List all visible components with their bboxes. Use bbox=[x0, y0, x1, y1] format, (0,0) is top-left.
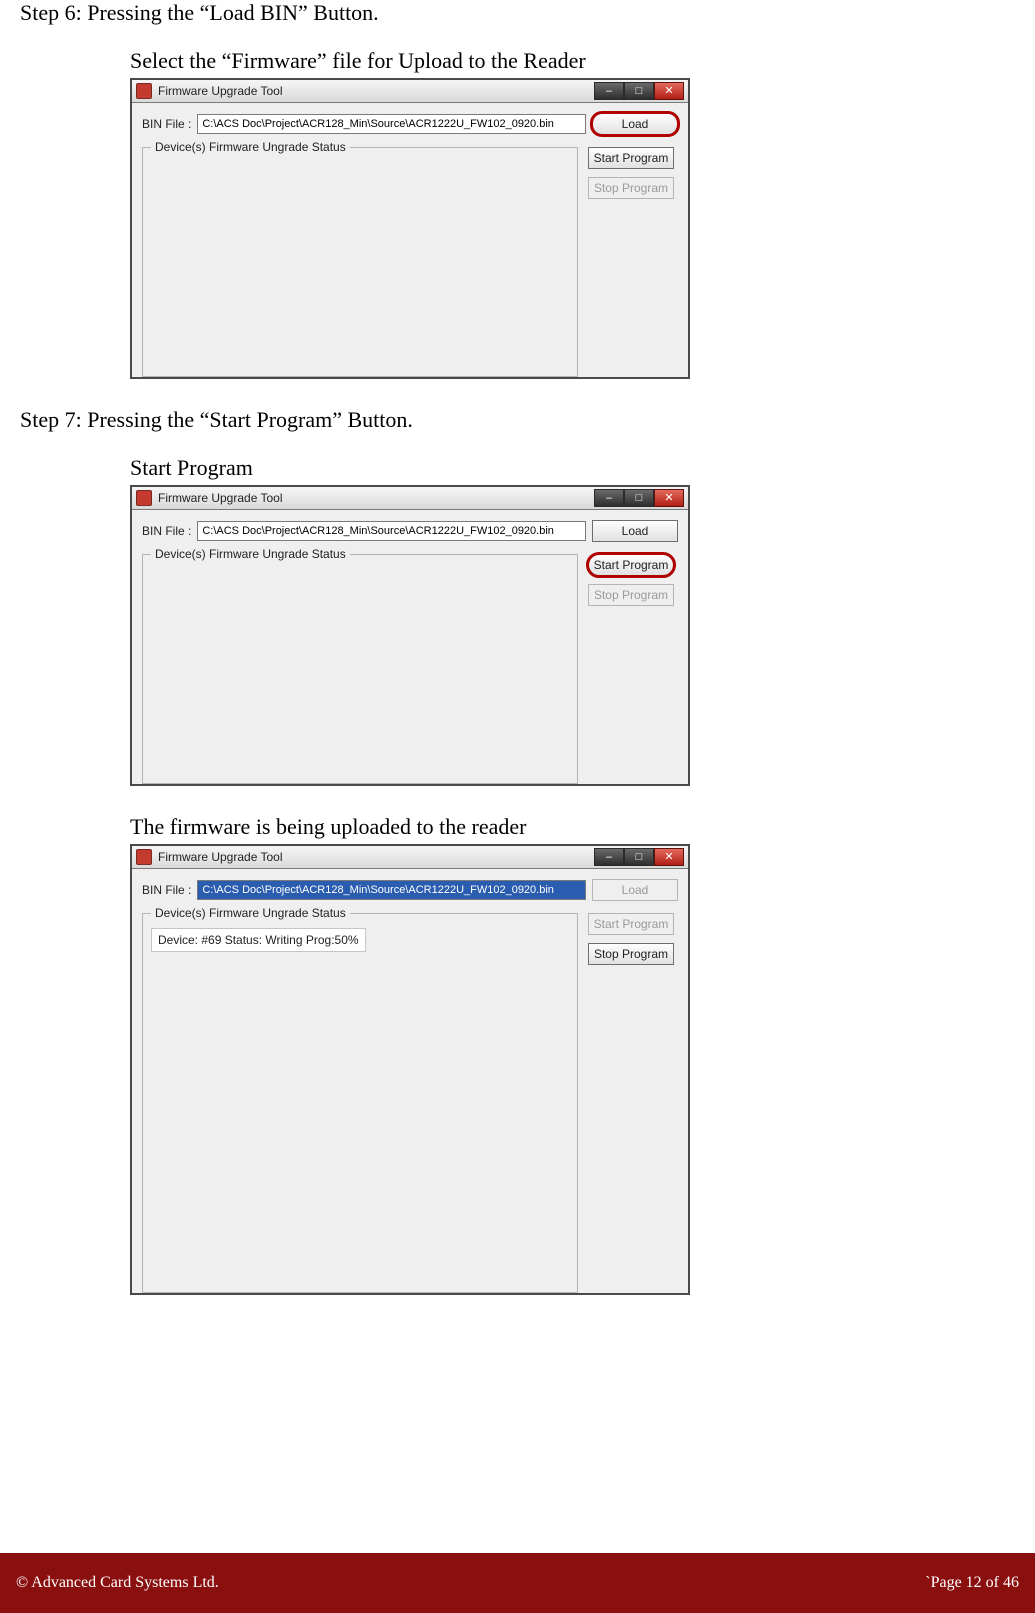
minimize-button[interactable]: – bbox=[594, 489, 624, 507]
app-icon bbox=[136, 83, 152, 99]
bin-file-label: BIN File : bbox=[142, 524, 191, 538]
start-program-button[interactable]: Start Program bbox=[588, 147, 674, 169]
minimize-button[interactable]: – bbox=[594, 82, 624, 100]
step7-heading: Step 7: Pressing the “Start Program” But… bbox=[20, 407, 1015, 433]
bin-file-input[interactable] bbox=[197, 521, 586, 541]
footer-left: © Advanced Card Systems Ltd. bbox=[16, 1574, 219, 1592]
window-titlebar: Firmware Upgrade Tool – □ ✕ bbox=[132, 80, 688, 103]
step6-caption: Select the “Firmware” file for Upload to… bbox=[20, 48, 1015, 74]
status-groupbox: Device(s) Firmware Ungrade Status bbox=[142, 147, 578, 377]
load-button[interactable]: Load bbox=[592, 520, 678, 542]
stop-program-button: Stop Program bbox=[588, 584, 674, 606]
start-program-button: Start Program bbox=[588, 913, 674, 935]
close-button[interactable]: ✕ bbox=[654, 489, 684, 507]
device-status-line: Device: #69 Status: Writing Prog:50% bbox=[151, 928, 366, 952]
close-button[interactable]: ✕ bbox=[654, 82, 684, 100]
app-icon bbox=[136, 490, 152, 506]
screenshot-step6: Firmware Upgrade Tool – □ ✕ BIN File : L… bbox=[130, 78, 690, 379]
window-title: Firmware Upgrade Tool bbox=[158, 84, 283, 98]
step7-caption-2: The firmware is being uploaded to the re… bbox=[20, 814, 1015, 840]
step6-heading: Step 6: Pressing the “Load BIN” Button. bbox=[20, 0, 1015, 26]
bin-file-label: BIN File : bbox=[142, 883, 191, 897]
bin-file-input[interactable] bbox=[197, 880, 586, 900]
status-group-label: Device(s) Firmware Ungrade Status bbox=[151, 906, 350, 920]
app-icon bbox=[136, 849, 152, 865]
status-group-label: Device(s) Firmware Ungrade Status bbox=[151, 547, 350, 561]
window-titlebar: Firmware Upgrade Tool – □ ✕ bbox=[132, 487, 688, 510]
maximize-button[interactable]: □ bbox=[624, 82, 654, 100]
page-footer: © Advanced Card Systems Ltd. `Page 12 of… bbox=[0, 1553, 1035, 1613]
screenshot-step7a: Firmware Upgrade Tool – □ ✕ BIN File : L… bbox=[130, 485, 690, 786]
load-button: Load bbox=[592, 879, 678, 901]
bin-file-input[interactable] bbox=[197, 114, 586, 134]
load-button[interactable]: Load bbox=[592, 113, 678, 135]
maximize-button[interactable]: □ bbox=[624, 848, 654, 866]
stop-program-button: Stop Program bbox=[588, 177, 674, 199]
status-groupbox: Device(s) Firmware Ungrade Status Device… bbox=[142, 913, 578, 1293]
window-titlebar: Firmware Upgrade Tool – □ ✕ bbox=[132, 846, 688, 869]
start-program-button[interactable]: Start Program bbox=[588, 554, 674, 576]
window-title: Firmware Upgrade Tool bbox=[158, 850, 283, 864]
step7-caption-1: Start Program bbox=[20, 455, 1015, 481]
minimize-button[interactable]: – bbox=[594, 848, 624, 866]
window-title: Firmware Upgrade Tool bbox=[158, 491, 283, 505]
maximize-button[interactable]: □ bbox=[624, 489, 654, 507]
stop-program-button[interactable]: Stop Program bbox=[588, 943, 674, 965]
footer-right: `Page 12 of 46 bbox=[925, 1574, 1019, 1592]
screenshot-step7b: Firmware Upgrade Tool – □ ✕ BIN File : L… bbox=[130, 844, 690, 1295]
bin-file-label: BIN File : bbox=[142, 117, 191, 131]
close-button[interactable]: ✕ bbox=[654, 848, 684, 866]
status-groupbox: Device(s) Firmware Ungrade Status bbox=[142, 554, 578, 784]
status-group-label: Device(s) Firmware Ungrade Status bbox=[151, 140, 350, 154]
